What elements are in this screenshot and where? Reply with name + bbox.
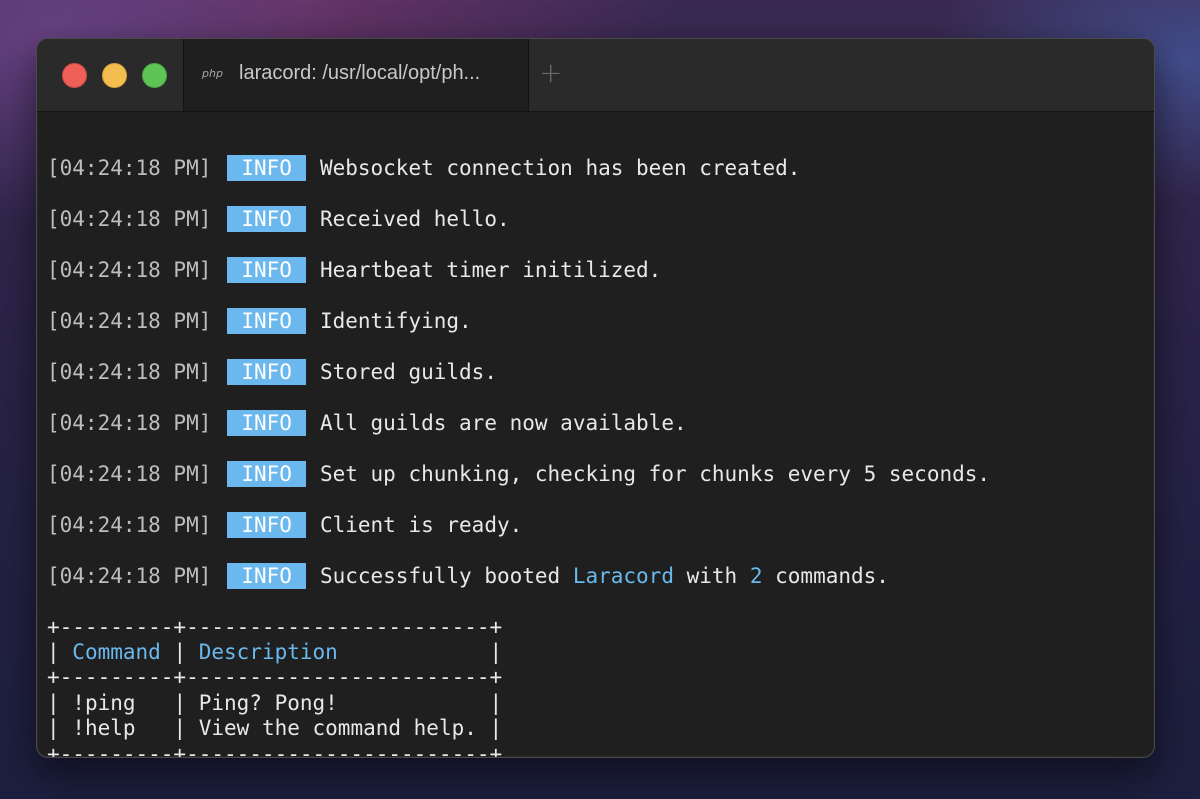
log-level-badge: INFO <box>227 206 306 232</box>
log-message: All guilds are now available. <box>319 411 687 435</box>
log-line: [04:24:18 PM] INFO Websocket connection ha… <box>47 155 800 181</box>
table-cell-description: View the command help. <box>198 716 477 740</box>
log-level-badge: INFO <box>227 257 306 283</box>
log-message: Identifying. <box>319 309 472 333</box>
table-header-row: | Command | Description | <box>47 640 503 664</box>
table-border-mid: +---------+------------------------+ <box>47 665 503 689</box>
log-line: [04:24:18 PM] INFO All guilds are now avai… <box>47 410 687 436</box>
log-message-text: Successfully booted <box>319 564 573 588</box>
log-level-badge: INFO <box>227 410 306 436</box>
table-row: | !help | View the command help. | <box>47 716 503 740</box>
log-level-badge: INFO <box>227 563 306 589</box>
log-message-text: commands. <box>762 564 889 588</box>
log-timestamp: [04:24:18 PM] <box>47 258 212 282</box>
log-timestamp: [04:24:18 PM] <box>47 156 212 180</box>
log-line: [04:24:18 PM] INFO Heartbeat timer initili… <box>47 257 661 283</box>
log-line: [04:24:18 PM] INFO Stored guilds. <box>47 359 497 385</box>
tab-laracord[interactable]: php laracord: /usr/local/opt/ph... <box>183 39 529 111</box>
log-message: Client is ready. <box>319 513 523 537</box>
log-message: Stored guilds. <box>319 360 497 384</box>
table-cell-command: !ping <box>72 691 136 715</box>
title-bar: php laracord: /usr/local/opt/ph... + <box>37 39 1154 112</box>
log-line: [04:24:18 PM] INFO Set up chunking, checki… <box>47 461 990 487</box>
table-border-top: +---------+------------------------+ <box>47 615 503 639</box>
zoom-window-button[interactable] <box>142 63 167 88</box>
log-level-badge: INFO <box>227 155 306 181</box>
log-line: [04:24:18 PM] INFO Identifying. <box>47 308 472 334</box>
log-message: Received hello. <box>319 207 510 231</box>
log-message-text: with <box>673 564 750 588</box>
log-timestamp: [04:24:18 PM] <box>47 360 212 384</box>
minimize-window-button[interactable] <box>102 63 127 88</box>
log-message: Websocket connection has been created. <box>319 156 801 180</box>
table-header-command: Command <box>72 640 161 664</box>
log-timestamp: [04:24:18 PM] <box>47 207 212 231</box>
table-border-bottom: +---------+------------------------+ <box>47 742 503 758</box>
table-cell-command: !help <box>72 716 136 740</box>
table-cell-description: Ping? Pong! <box>198 691 338 715</box>
log-timestamp: [04:24:18 PM] <box>47 411 212 435</box>
php-icon: php <box>202 67 223 80</box>
close-window-button[interactable] <box>62 63 87 88</box>
log-timestamp: [04:24:18 PM] <box>47 513 212 537</box>
log-timestamp: [04:24:18 PM] <box>47 564 212 588</box>
terminal-output[interactable]: [04:24:18 PM] INFO Websocket connection ha… <box>37 111 1154 757</box>
log-level-badge: INFO <box>227 512 306 538</box>
log-level-badge: INFO <box>227 461 306 487</box>
log-level-badge: INFO <box>227 308 306 334</box>
log-message: Set up chunking, checking for chunks eve… <box>319 462 991 486</box>
new-tab-button[interactable]: + <box>539 58 562 88</box>
tab-title: laracord: /usr/local/opt/ph... <box>239 62 481 84</box>
log-timestamp: [04:24:18 PM] <box>47 309 212 333</box>
log-line: [04:24:18 PM] INFO Client is ready. <box>47 512 522 538</box>
log-level-badge: INFO <box>227 359 306 385</box>
terminal-window: php laracord: /usr/local/opt/ph... + [04… <box>36 38 1155 758</box>
command-count: 2 <box>749 564 763 588</box>
log-timestamp: [04:24:18 PM] <box>47 462 212 486</box>
log-line: [04:24:18 PM] INFO Received hello. <box>47 206 510 232</box>
table-row: | !ping | Ping? Pong! | <box>47 691 503 715</box>
table-header-description: Description <box>198 640 338 664</box>
log-line: [04:24:18 PM] INFO Successfully booted Lar… <box>47 563 889 589</box>
log-message: Heartbeat timer initilized. <box>319 258 662 282</box>
app-name: Laracord <box>572 564 674 588</box>
